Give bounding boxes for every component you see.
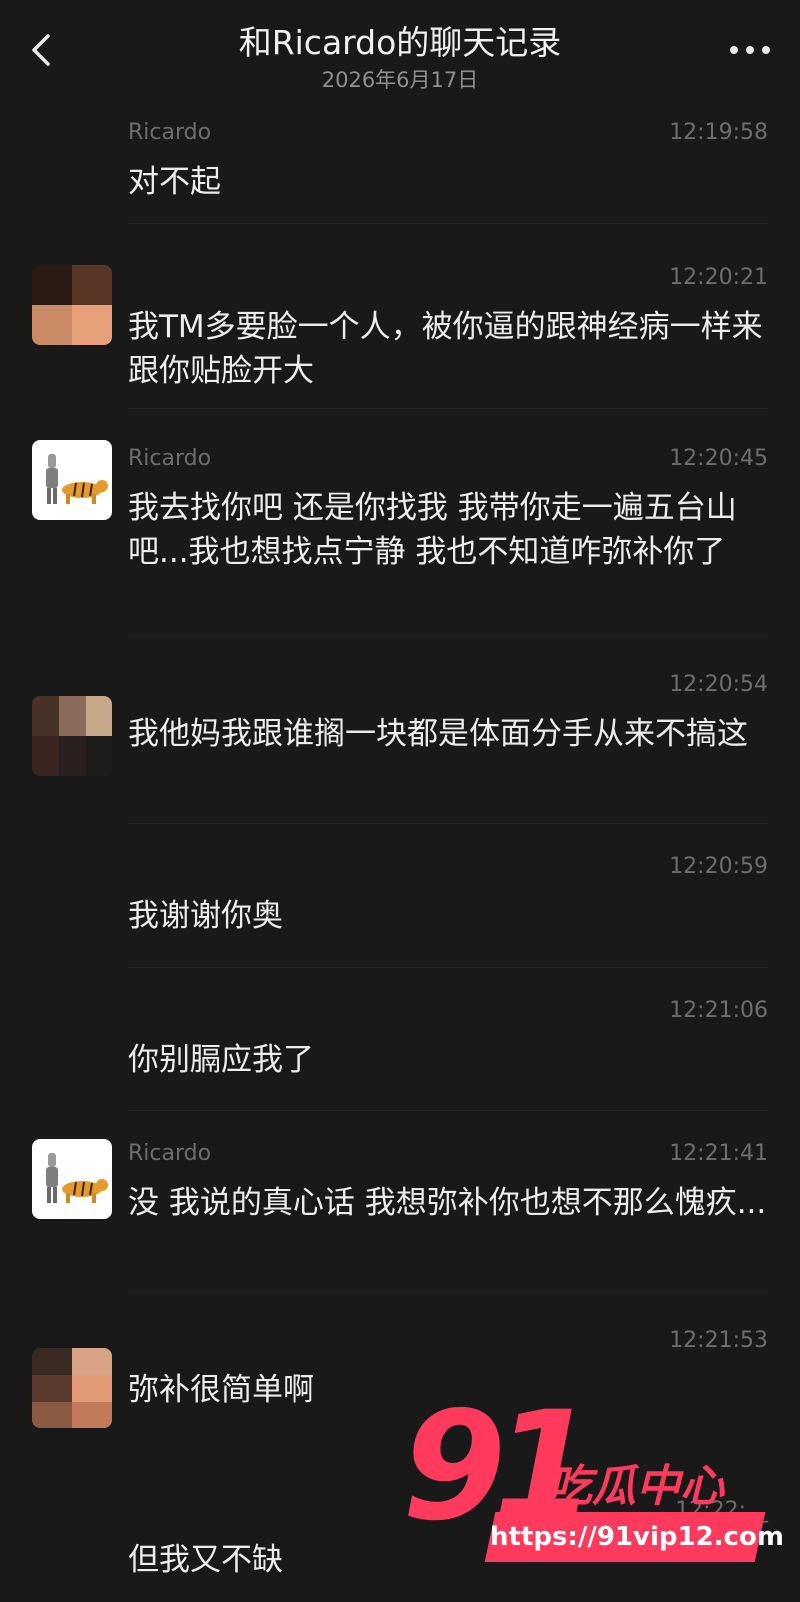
page-title: 和Ricardo的聊天记录 <box>238 23 562 62</box>
message-time: 12:20:45 <box>669 446 768 471</box>
watermark-text: 吃瓜中心 <box>548 1461 724 1512</box>
message-item[interactable]: Ricardo 12:21:41 没 我说的真心话 我想弥补你也想不那么愧疚..… <box>0 1139 800 1281</box>
message-item[interactable]: 12:21:53 弥补很简单啊 <box>0 1328 800 1428</box>
message-text: 我去找你吧 还是你找我 我带你走一遍五台山吧...我也想找点宁静 我也不知道咋弥… <box>128 490 737 570</box>
message-time: 12:21:06 <box>669 998 768 1023</box>
message-item[interactable]: Ricardo 12:19:58 对不起 <box>0 120 800 220</box>
message-item[interactable]: Ricardo 12:20:45 我去找你吧 还是你找我 我带你走一遍五台山吧.… <box>0 440 800 626</box>
message-item[interactable]: 12:20:21 我TM多要脸一个人，被你逼的跟神经病一样来跟你贴脸开大 <box>0 265 800 405</box>
message-time: 12:20:54 <box>669 672 768 697</box>
message-time: 12:21:53 <box>669 1328 768 1353</box>
message-text: 你别膈应我了 <box>128 1042 314 1078</box>
divider <box>128 823 768 824</box>
message-item[interactable]: 12:20:54 我他妈我跟谁搁一块都是体面分手从来不搞这 <box>0 672 800 812</box>
divider <box>128 1110 768 1111</box>
tiger-avatar-icon <box>46 454 108 504</box>
avatar-pixelated[interactable] <box>32 265 112 345</box>
avatar-pixelated[interactable] <box>32 1348 112 1428</box>
message-time: 12:19:58 <box>669 120 768 145</box>
sender-name: Ricardo <box>128 446 212 471</box>
message-text: 我他妈我跟谁搁一块都是体面分手从来不搞这 <box>128 716 748 752</box>
divider <box>128 1292 768 1293</box>
message-text: 没 我说的真心话 我想弥补你也想不那么愧疚... <box>128 1185 767 1221</box>
message-time: 12:20:59 <box>669 854 768 879</box>
message-text: 我TM多要脸一个人，被你逼的跟神经病一样来跟你贴脸开大 <box>128 309 763 389</box>
sender-name: Ricardo <box>128 1141 212 1166</box>
divider <box>128 636 768 637</box>
chat-date: 2026年6月17日 <box>321 68 479 92</box>
divider <box>128 408 768 409</box>
avatar-tiger[interactable] <box>32 440 112 520</box>
message-time: 12:20:21 <box>669 265 768 290</box>
tiger-avatar-icon <box>46 1153 108 1203</box>
more-icon[interactable] <box>726 36 774 64</box>
sender-name: Ricardo <box>128 120 212 145</box>
message-text: 对不起 <box>128 164 221 200</box>
message-item[interactable]: 12:21:06 你别膈应我了 <box>0 998 800 1098</box>
message-text: 我谢谢你奥 <box>128 898 283 934</box>
message-item[interactable]: 12:20:59 我谢谢你奥 <box>0 854 800 954</box>
avatar-pixelated[interactable] <box>32 696 112 776</box>
message-time: 12:21:41 <box>669 1141 768 1166</box>
watermark-url: https://91vip12.com <box>490 1522 784 1552</box>
watermark-url-badge: https://91vip12.com <box>484 1512 784 1562</box>
avatar-tiger[interactable] <box>32 1139 112 1219</box>
divider <box>128 967 768 968</box>
chat-header: 和Ricardo的聊天记录 2026年6月17日 <box>0 0 800 105</box>
divider <box>128 223 768 224</box>
